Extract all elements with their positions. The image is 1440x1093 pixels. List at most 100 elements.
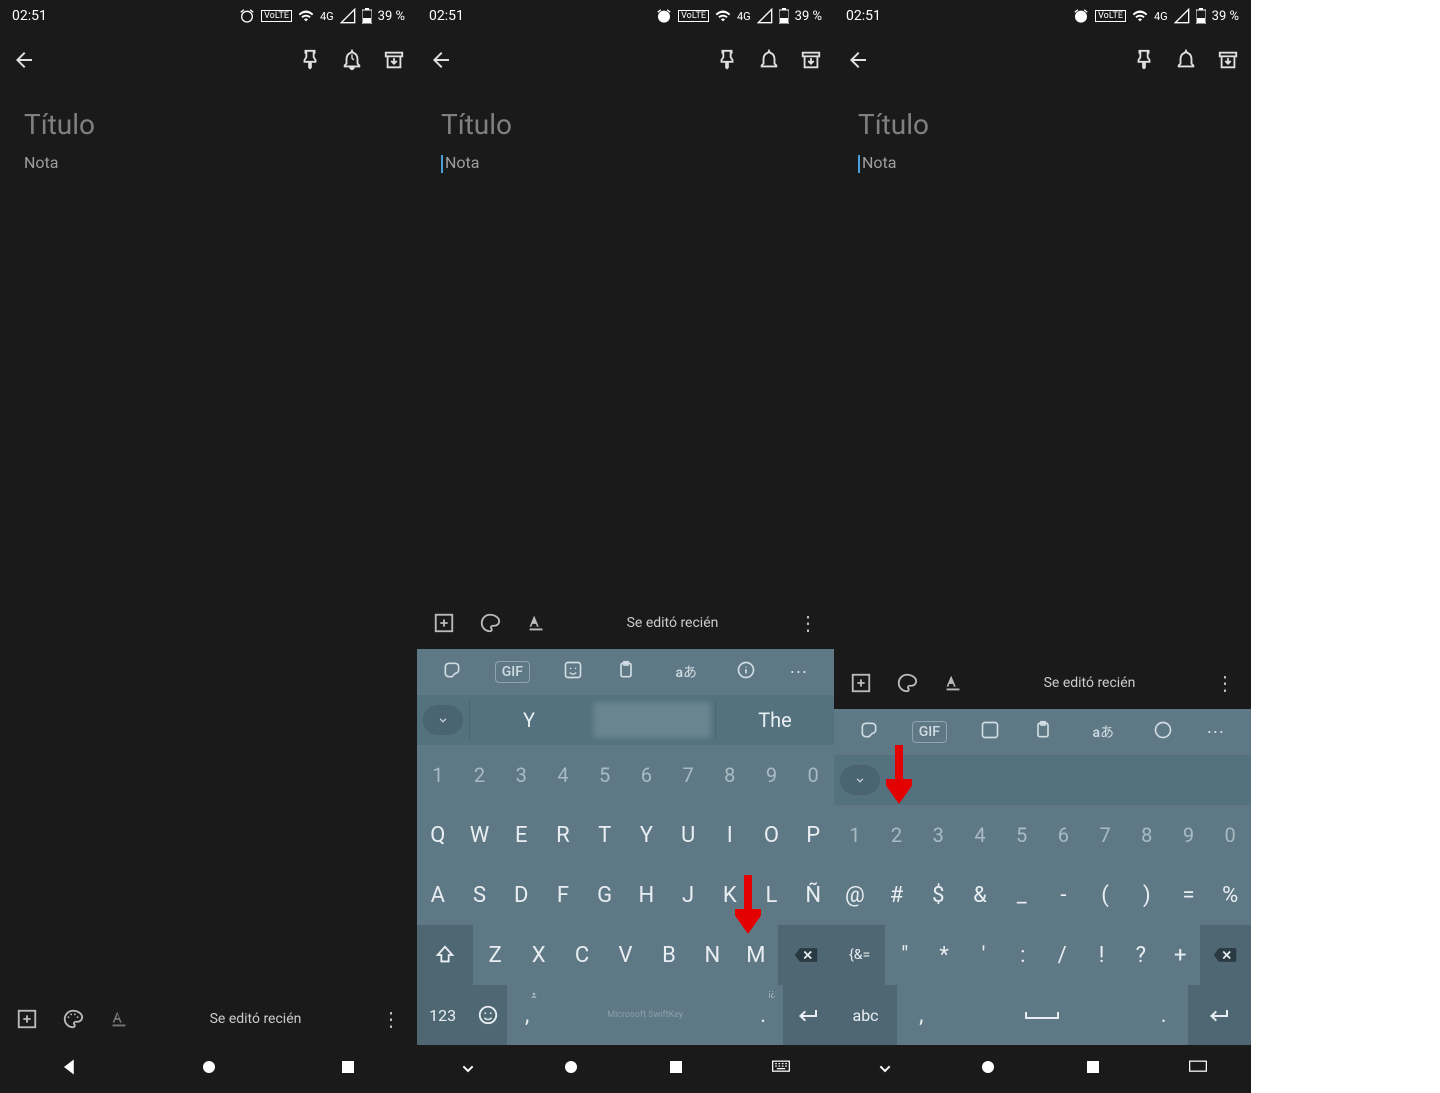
key-enter[interactable]	[1188, 985, 1251, 1045]
key-backspace[interactable]	[778, 925, 834, 985]
back-button[interactable]	[846, 48, 870, 72]
key-space[interactable]: Microsoft SwiftKey	[547, 985, 744, 1045]
key-enye[interactable]: Ñ	[792, 865, 834, 925]
key-space[interactable]	[946, 985, 1140, 1045]
key-2[interactable]: 2	[876, 805, 918, 865]
key-123[interactable]: 123	[417, 985, 468, 1045]
kb-info-icon[interactable]	[1153, 720, 1173, 744]
nav-back[interactable]	[877, 1059, 893, 1079]
key-comma[interactable]: ,	[897, 985, 945, 1045]
key-9[interactable]: 9	[751, 745, 793, 805]
nav-recent[interactable]	[667, 1058, 685, 1080]
add-button[interactable]	[850, 672, 872, 694]
key-5[interactable]: 5	[1001, 805, 1043, 865]
body-input[interactable]: Nota	[441, 153, 810, 173]
key-comma[interactable]: ,	[507, 985, 546, 1045]
key-j[interactable]: J	[667, 865, 709, 925]
key-shift[interactable]	[417, 925, 473, 985]
kb-gif-button[interactable]: GIF	[912, 721, 947, 743]
reminder-button[interactable]	[341, 49, 363, 71]
key-l[interactable]: L	[751, 865, 793, 925]
key-dollar[interactable]: $	[917, 865, 959, 925]
key-emoji[interactable]	[468, 985, 507, 1045]
key-colon[interactable]: :	[1003, 925, 1042, 985]
back-button[interactable]	[429, 48, 453, 72]
kb-more-button[interactable]: ⋯	[1206, 722, 1226, 743]
kb-sticker-icon[interactable]	[563, 660, 583, 684]
key-qmark[interactable]: ?	[1121, 925, 1160, 985]
key-v[interactable]: V	[604, 925, 647, 985]
key-dash[interactable]: -	[1043, 865, 1085, 925]
body-input[interactable]: Nota	[24, 153, 393, 172]
key-3[interactable]: 3	[917, 805, 959, 865]
key-2[interactable]: 2	[459, 745, 501, 805]
key-a[interactable]: A	[417, 865, 459, 925]
text-format-button[interactable]	[108, 1008, 130, 1030]
kb-clipboard-icon[interactable]	[616, 660, 636, 684]
note-content[interactable]: Título Nota	[834, 88, 1251, 657]
key-squote[interactable]: '	[964, 925, 1003, 985]
note-content[interactable]: Título Nota	[417, 88, 834, 597]
kb-expand-button[interactable]	[840, 765, 880, 795]
more-button[interactable]: ⋮	[1215, 671, 1235, 695]
nav-home[interactable]	[979, 1058, 997, 1080]
key-at[interactable]: @	[834, 865, 876, 925]
archive-button[interactable]	[800, 49, 822, 71]
key-5[interactable]: 5	[584, 745, 626, 805]
key-period[interactable]: ¡¿.	[744, 985, 783, 1045]
palette-button[interactable]	[62, 1008, 84, 1030]
key-7[interactable]: 7	[667, 745, 709, 805]
key-dquote[interactable]: "	[885, 925, 924, 985]
key-equals[interactable]: =	[1168, 865, 1210, 925]
key-4[interactable]: 4	[542, 745, 584, 805]
kb-expand-button[interactable]	[423, 705, 463, 735]
nav-home[interactable]	[562, 1058, 580, 1080]
key-g[interactable]: G	[584, 865, 626, 925]
suggestion-2[interactable]	[592, 702, 711, 738]
palette-button[interactable]	[479, 612, 501, 634]
pin-button[interactable]	[299, 49, 321, 71]
key-backspace[interactable]	[1200, 925, 1251, 985]
key-enter[interactable]	[783, 985, 834, 1045]
key-underscore[interactable]: _	[1001, 865, 1043, 925]
key-n[interactable]: N	[691, 925, 734, 985]
add-button[interactable]	[433, 612, 455, 634]
key-0[interactable]: 0	[792, 745, 834, 805]
nav-home[interactable]	[200, 1058, 218, 1080]
key-o[interactable]: O	[751, 805, 793, 865]
key-0[interactable]: 0	[1209, 805, 1251, 865]
key-d[interactable]: D	[500, 865, 542, 925]
pin-button[interactable]	[1133, 49, 1155, 71]
palette-button[interactable]	[896, 672, 918, 694]
key-b[interactable]: B	[647, 925, 690, 985]
text-format-button[interactable]	[525, 612, 547, 634]
nav-recent[interactable]	[339, 1058, 357, 1080]
key-z[interactable]: Z	[473, 925, 516, 985]
key-y[interactable]: Y	[626, 805, 668, 865]
key-star[interactable]: *	[924, 925, 963, 985]
key-rparen[interactable]: )	[1126, 865, 1168, 925]
key-4[interactable]: 4	[959, 805, 1001, 865]
nav-keyboard-hide[interactable]	[771, 1059, 791, 1079]
key-f[interactable]: F	[542, 865, 584, 925]
kb-more-button[interactable]: ⋯	[789, 662, 809, 683]
kb-copilot-icon[interactable]	[442, 660, 462, 684]
key-p[interactable]: P	[792, 805, 834, 865]
key-6[interactable]: 6	[1043, 805, 1085, 865]
key-m[interactable]: M	[734, 925, 777, 985]
kb-copilot-icon[interactable]	[859, 720, 879, 744]
key-q[interactable]: Q	[417, 805, 459, 865]
title-input[interactable]: Título	[24, 108, 393, 141]
more-button[interactable]: ⋮	[798, 611, 818, 635]
text-format-button[interactable]	[942, 672, 964, 694]
key-w[interactable]: W	[459, 805, 501, 865]
key-percent[interactable]: %	[1209, 865, 1251, 925]
title-input[interactable]: Título	[858, 108, 1227, 141]
key-period[interactable]: .	[1139, 985, 1187, 1045]
key-9[interactable]: 9	[1168, 805, 1210, 865]
kb-gif-button[interactable]: GIF	[495, 661, 530, 683]
key-1[interactable]: 1	[417, 745, 459, 805]
key-c[interactable]: C	[560, 925, 603, 985]
suggestion-3[interactable]: The	[715, 700, 834, 740]
kb-clipboard-icon[interactable]	[1033, 720, 1053, 744]
